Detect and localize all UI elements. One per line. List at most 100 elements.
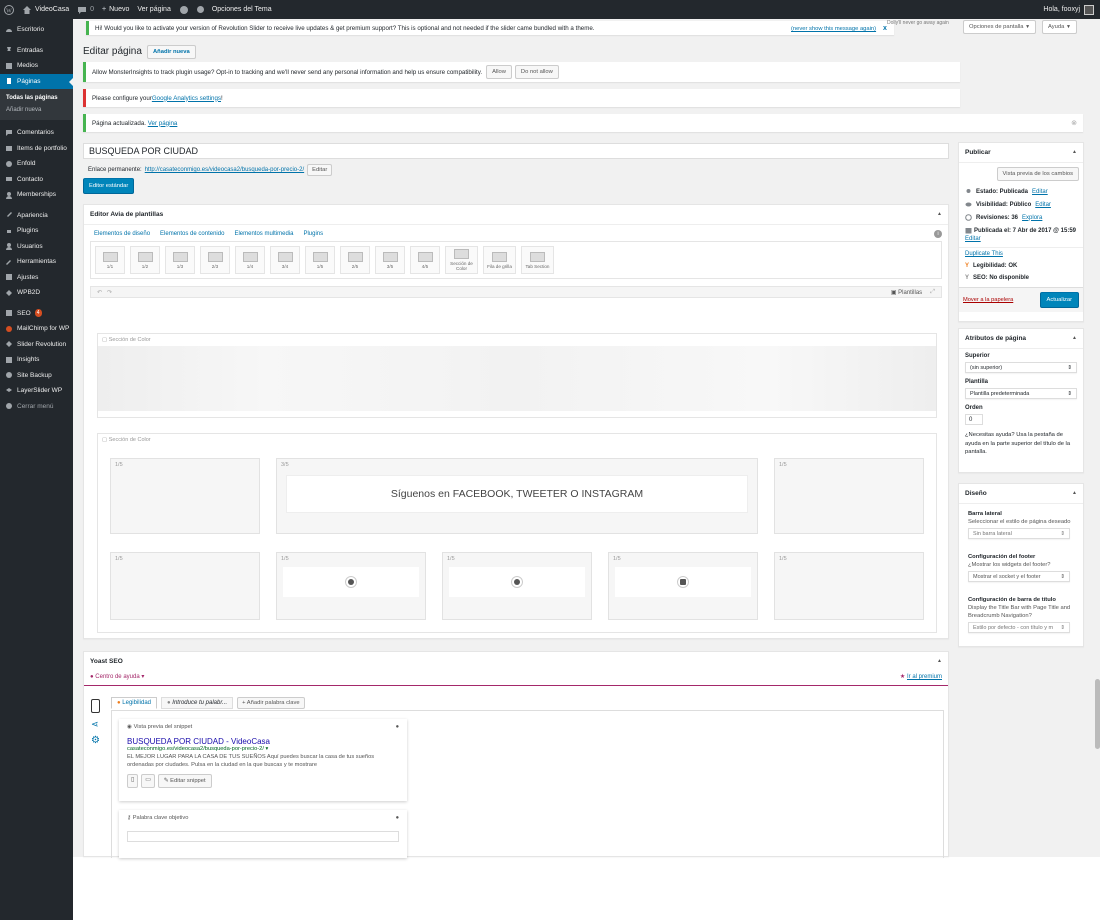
avia-element-button[interactable]: 2/5 [340, 246, 370, 274]
help-icon[interactable]: ● [396, 724, 399, 730]
edit-visibility-link[interactable]: Editar [1035, 202, 1051, 208]
collapse-arrow-icon[interactable]: ▲ [937, 658, 942, 665]
snippet-description[interactable]: EL MEJOR LUGAR PARA LA CASA DE TUS SUEÑO… [127, 753, 399, 769]
preview-changes-button[interactable]: Vista previa de los cambios [996, 167, 1079, 181]
column-1-5[interactable]: 1/5 [774, 552, 924, 620]
collapse-arrow-icon[interactable]: ▲ [1072, 335, 1077, 342]
column-3-5[interactable]: 3/5 Síguenos en FACEBOOK, TWEETER O INST… [276, 458, 758, 534]
edit-snippet-button[interactable]: ✎ Editar snippet [157, 774, 212, 788]
column-1-5[interactable]: 1/5 [442, 552, 592, 620]
redo-icon[interactable]: ↷ [107, 289, 112, 296]
menu-seo[interactable]: SEO 4 [0, 306, 73, 322]
duplicate-link[interactable]: Duplicate This [965, 251, 1003, 257]
status-dot-icon[interactable] [193, 0, 208, 19]
avia-element-button[interactable]: Tab Section [521, 246, 554, 274]
explore-revisions-link[interactable]: Explora [1022, 215, 1042, 221]
new-content-link[interactable]: + Nuevo [98, 0, 133, 19]
help-icon[interactable]: ● [396, 815, 399, 821]
menu-settings[interactable]: Ajustes [0, 270, 73, 286]
menu-tools[interactable]: Herramientas [0, 254, 73, 270]
color-section-1[interactable]: ▢ Sección de Color [97, 333, 937, 418]
menu-plugins[interactable]: Plugins [0, 223, 73, 239]
menu-pages[interactable]: Páginas [0, 73, 73, 89]
keyword-input[interactable] [127, 831, 399, 842]
allow-button[interactable]: Allow [486, 65, 512, 79]
avia-element-button[interactable]: 1/3 [165, 246, 195, 274]
tab-readability[interactable]: ● Legibilidad [111, 697, 157, 709]
menu-insights[interactable]: Insights [0, 352, 73, 368]
tab-keyword[interactable]: ● Introduce tu palabr... [161, 697, 234, 709]
standard-editor-button[interactable]: Editor estándar [83, 178, 135, 194]
submenu-all-pages[interactable]: Todas las páginas [0, 92, 73, 104]
scrollbar[interactable] [1095, 19, 1100, 857]
collapse-arrow-icon[interactable]: ▲ [937, 211, 942, 218]
avia-element-button[interactable]: 4/5 [410, 246, 440, 274]
avia-element-button[interactable]: 3/4 [270, 246, 300, 274]
dismiss-icon[interactable]: ⊗ [1071, 119, 1077, 127]
menu-wpb2d[interactable]: WPB2D [0, 285, 73, 301]
tab-plugins[interactable]: Plugins [303, 231, 323, 237]
menu-enfold[interactable]: Enfold [0, 156, 73, 172]
menu-mailchimp[interactable]: MailChimp for WP [0, 321, 73, 337]
menu-users[interactable]: Usuarios [0, 239, 73, 255]
menu-memberships[interactable]: Memberships [0, 187, 73, 203]
desktop-preview-button[interactable]: ▭ [141, 774, 155, 788]
menu-slider-revolution[interactable]: Slider Revolution [0, 337, 73, 353]
theme-options-link[interactable]: Opciones del Tema [208, 0, 276, 19]
menu-media[interactable]: Medios [0, 58, 73, 74]
column-1-5[interactable]: 1/5 [110, 552, 260, 620]
column-1-5[interactable]: 1/5 [110, 458, 260, 534]
site-name-link[interactable]: VideoCasa [18, 0, 73, 19]
help-center-link[interactable]: ● Centro de ayuda ▾ [90, 673, 144, 680]
do-not-allow-button[interactable]: Do not allow [514, 65, 559, 79]
fullscreen-icon[interactable]: ⤢ [930, 289, 935, 296]
add-keyword-button[interactable]: + Añadir palabra clave [237, 697, 305, 709]
menu-posts[interactable]: Entradas [0, 43, 73, 59]
sidebar-select[interactable]: Sin barra lateral ⇕ [968, 528, 1070, 539]
view-page-link[interactable]: Ver página [148, 120, 178, 127]
snippet-url[interactable]: casateconmigo.es/videocasa2/busqueda-por… [127, 746, 399, 752]
greeting[interactable]: Hola, fooxyj [1043, 6, 1080, 13]
edit-status-link[interactable]: Editar [1032, 189, 1048, 195]
submenu-add-new[interactable]: Añadir nueva [0, 104, 73, 116]
close-x-icon[interactable]: x [883, 25, 887, 32]
menu-comments[interactable]: Comentarios [0, 125, 73, 141]
edit-date-link[interactable]: Editar [965, 236, 981, 242]
footer-select[interactable]: Mostrar el socket y el footer ⇕ [968, 571, 1070, 582]
view-page-link[interactable]: Ver página [133, 0, 174, 19]
menu-contact[interactable]: Contacto [0, 172, 73, 188]
permalink-url[interactable]: http://casateconmigo.es/videocasa2/busqu… [145, 167, 304, 173]
never-show-link[interactable]: (never show this message again) [791, 26, 876, 32]
titlebar-select[interactable]: Estilo por defecto - con título y m ⇕ [968, 622, 1070, 633]
add-new-button[interactable]: Añadir nueva [147, 45, 196, 59]
comments-link[interactable]: 0 [73, 0, 98, 19]
menu-layerslider[interactable]: LayerSlider WP [0, 383, 73, 399]
avia-element-button[interactable]: 1/5 [305, 246, 335, 274]
menu-site-backup[interactable]: Site Backup [0, 368, 73, 384]
column-1-5[interactable]: 1/5 [608, 552, 758, 620]
column-1-5[interactable]: 1/5 [276, 552, 426, 620]
post-title-input[interactable]: BUSQUEDA POR CIUDAD [83, 143, 949, 159]
collapse-arrow-icon[interactable]: ▲ [1072, 490, 1077, 497]
performance-icon[interactable] [175, 0, 193, 19]
wp-logo-icon[interactable]: W [0, 0, 18, 19]
menu-collapse[interactable]: Cerrar menú [0, 399, 73, 415]
snippet-title[interactable]: BUSQUEDA POR CIUDAD - VideoCasa [127, 737, 399, 746]
screen-options-button[interactable]: Opciones de pantalla ▼ [963, 20, 1037, 34]
avatar[interactable] [1084, 4, 1094, 15]
update-button[interactable]: Actualizar [1039, 292, 1079, 308]
menu-appearance[interactable]: Apariencia [0, 208, 73, 224]
column-1-5[interactable]: 1/5 [774, 458, 924, 534]
menu-dashboard[interactable]: Escritorio [0, 22, 73, 38]
share-icon[interactable]: ⋖ [91, 719, 105, 730]
traffic-light-icon[interactable] [91, 699, 100, 713]
collapse-arrow-icon[interactable]: ▲ [1072, 149, 1077, 156]
avia-element-button[interactable]: 2/3 [200, 246, 230, 274]
templates-button[interactable]: ▣ Plantillas [891, 289, 922, 296]
tab-design-elements[interactable]: Elementos de diseño [94, 231, 150, 237]
tab-media-elements[interactable]: Elementos multimedia [234, 231, 293, 237]
template-select[interactable]: Plantilla predeterminada ⇕ [965, 388, 1077, 399]
avia-element-button[interactable]: Sección de Color [445, 246, 478, 274]
gear-icon[interactable]: ⚙ [91, 735, 105, 746]
avia-element-button[interactable]: 1/4 [235, 246, 265, 274]
